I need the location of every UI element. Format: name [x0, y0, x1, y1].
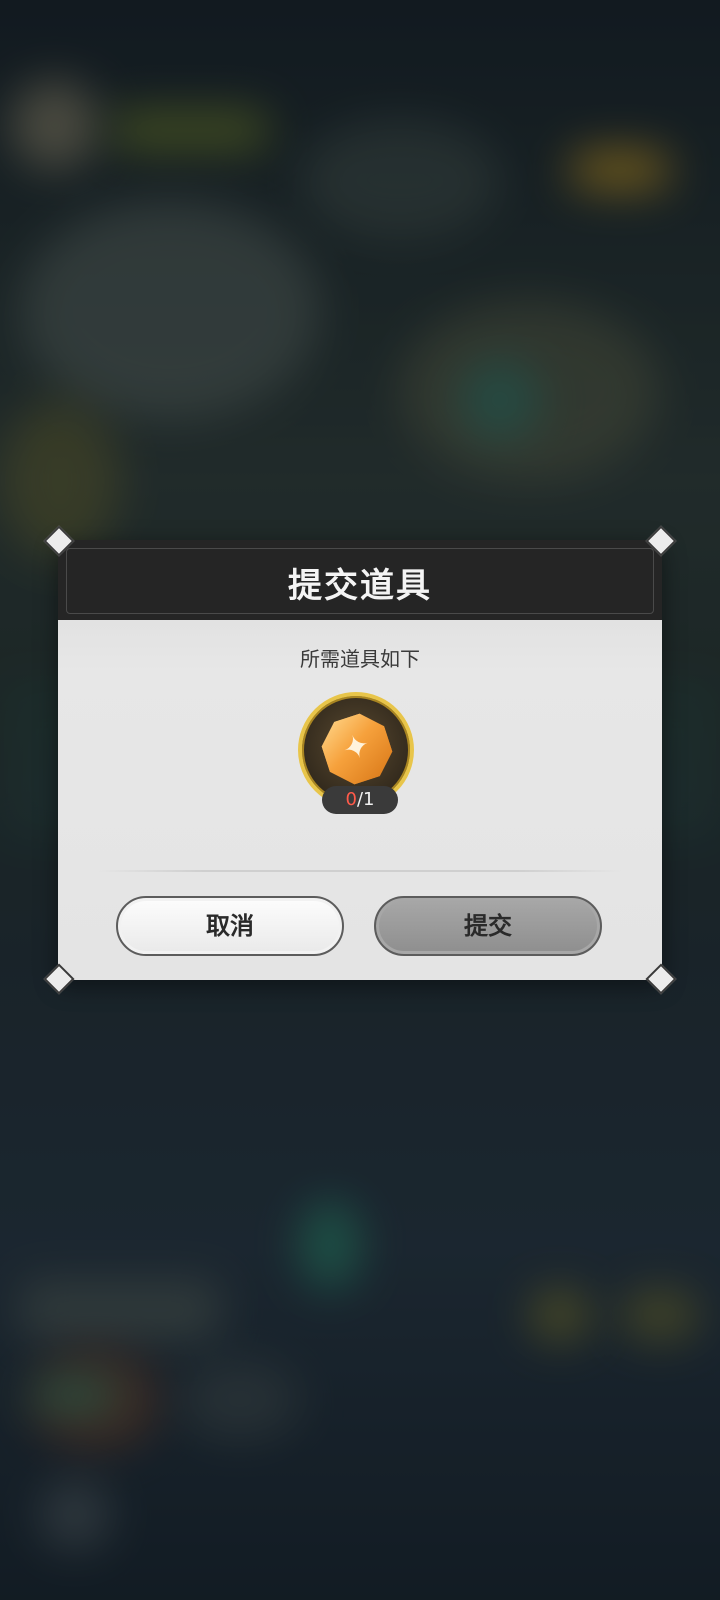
owned-count: 0	[345, 789, 357, 810]
divider	[98, 870, 622, 872]
cancel-button[interactable]: 取消	[116, 896, 344, 956]
required-count: 1	[363, 789, 375, 810]
dialog-header: 提交道具	[58, 540, 662, 620]
orange-octagon-coin-icon: ✦	[315, 707, 398, 790]
submit-button[interactable]: 提交	[374, 896, 602, 956]
submit-item-dialog: 提交道具 所需道具如下 ✦ 0/1 取消 提交	[43, 525, 677, 995]
dialog-title: 提交道具	[288, 566, 432, 606]
required-items-label: 所需道具如下	[300, 647, 420, 671]
item-count-badge: 0/1	[322, 786, 398, 814]
